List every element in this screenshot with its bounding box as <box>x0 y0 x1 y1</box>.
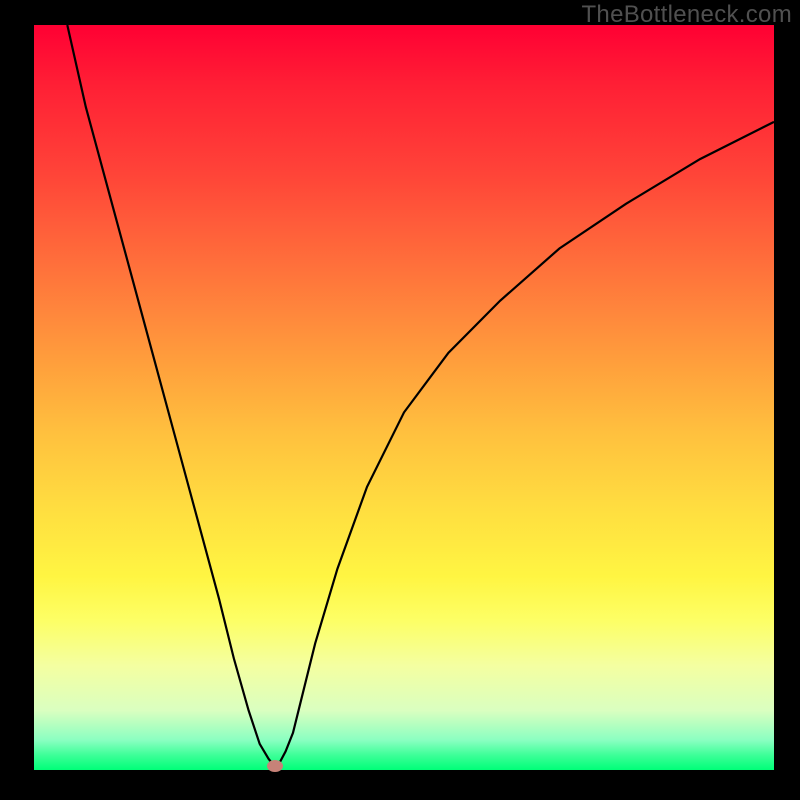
optimal-point-marker <box>267 760 283 772</box>
bottleneck-curve <box>34 25 774 770</box>
chart-plot-area <box>34 25 774 770</box>
watermark-text: TheBottleneck.com <box>581 1 792 29</box>
